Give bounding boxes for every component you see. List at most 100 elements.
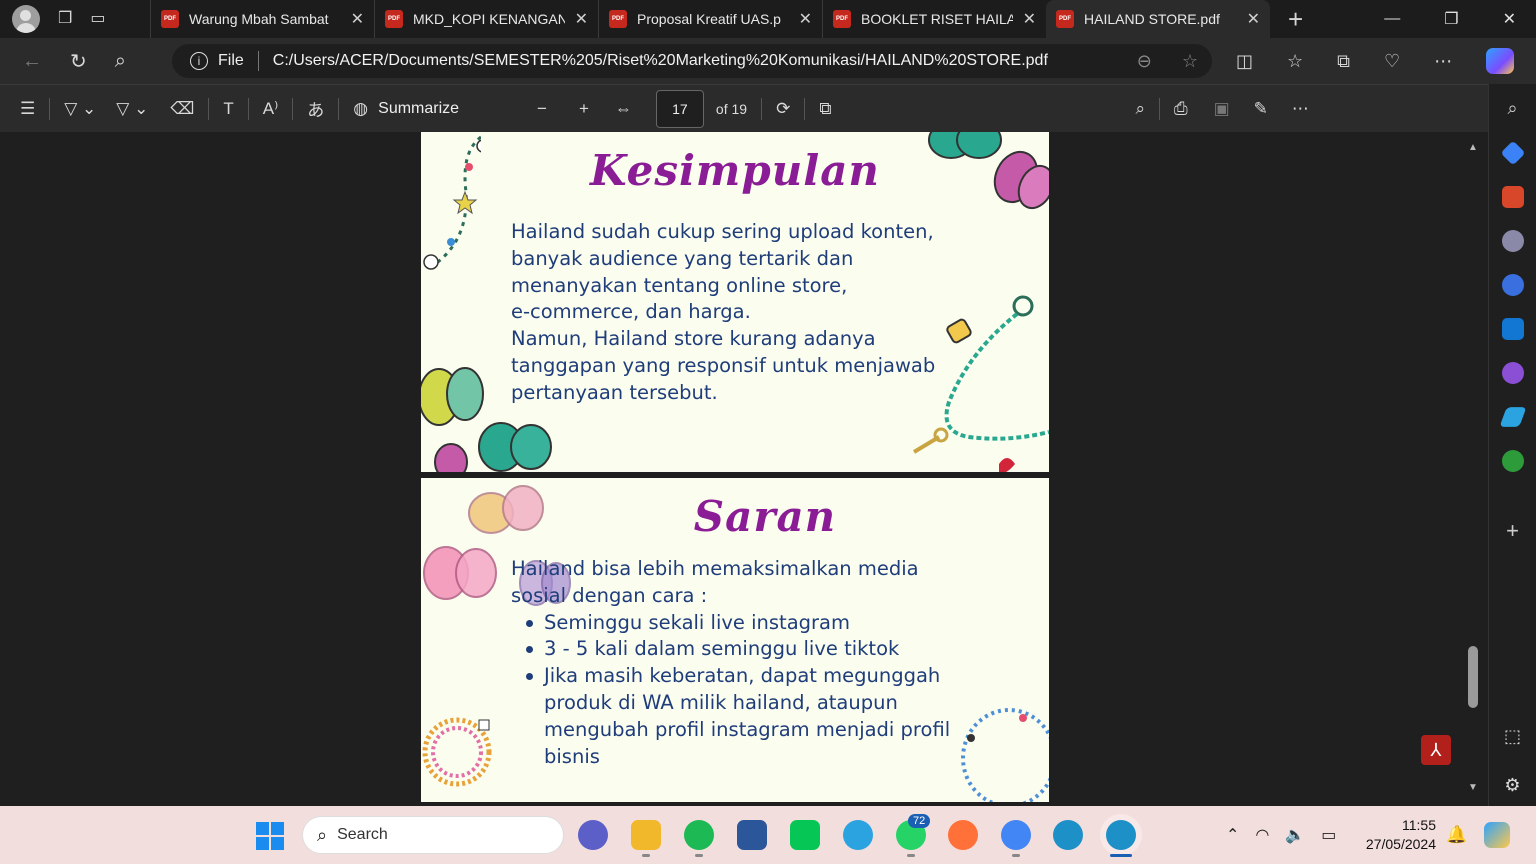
zoom-icon[interactable]: ⊖ [1137,51,1152,72]
telegram-sidebar-icon[interactable] [1498,407,1527,427]
more-menu-icon[interactable]: ⋯ [1434,51,1452,72]
chrome-icon[interactable] [1001,820,1031,850]
firefox-icon[interactable] [948,820,978,850]
tab-actions-icon[interactable]: ▭ [90,11,105,27]
screenshot-icon[interactable]: ⬚ [1504,726,1521,747]
fit-width-icon[interactable]: ⇔ [615,99,632,119]
minimize-icon[interactable]: — [1384,10,1400,28]
sidebar-search-icon[interactable]: ⌕ [1502,98,1524,120]
copilot-preview-icon[interactable] [1484,822,1510,848]
show-hidden-icons-chevron-icon[interactable]: ⌃ [1226,825,1239,845]
tab-1[interactable]: PDF MKD_KOPI KENANGAN ✕ [374,0,598,38]
back-arrow-icon[interactable]: ← [22,50,42,73]
tab-2[interactable]: PDF Proposal Kreatif UAS.p ✕ [598,0,822,38]
taskbar-clock[interactable]: 11:55 27/05/2024 [1360,816,1436,854]
tree-icon[interactable] [1501,450,1524,472]
save-icon[interactable]: ▣ [1214,99,1230,119]
tools-briefcase-icon[interactable] [1501,186,1524,208]
page-number-input[interactable]: 17 [655,89,704,128]
workspaces-icon[interactable]: ❒ [58,11,72,27]
print-icon[interactable]: ⎙ [1174,99,1188,119]
games-icon[interactable] [1501,230,1524,252]
tab-4-active[interactable]: PDF HAILAND STORE.pdf ✕ [1046,0,1270,38]
restore-icon[interactable]: ❐ [1444,9,1458,29]
translate-icon[interactable]: あ [307,96,324,121]
more-options-icon[interactable]: ⋯ [1292,99,1309,119]
url-text[interactable]: C:/Users/ACER/Documents/SEMESTER%205/Ris… [273,52,1048,70]
edge-active-icon[interactable] [1106,820,1136,850]
spotify-icon[interactable] [684,820,714,850]
close-icon[interactable]: ✕ [575,9,588,29]
address-input[interactable]: i File C:/Users/ACER/Documents/SEMESTER%… [172,44,1212,78]
pdf-icon: PDF [833,10,851,28]
search-icon[interactable]: ⌕ [115,50,126,73]
eraser-icon[interactable]: ⌫ [170,99,194,119]
body-line: pertanyaan tersebut. [511,380,718,404]
saran-body: Hailand bisa lebih memaksimalkan media s… [511,556,950,770]
draw-icon[interactable]: ▽ ⌄ [116,99,148,119]
divider [804,97,806,120]
outlook-icon[interactable] [1501,318,1524,340]
info-icon[interactable]: i [190,52,208,70]
browser-essentials-icon[interactable]: ♡ [1384,51,1400,72]
read-aloud-icon[interactable]: A⁾ [263,99,279,119]
copilot-sidebar-icon[interactable] [1501,274,1524,296]
copilot-icon[interactable] [1486,48,1515,74]
body-line: Hailand sudah cukup sering upload konten… [511,220,934,243]
teams-meet-icon[interactable] [578,820,608,850]
running-indicator [642,854,650,857]
tab-0[interactable]: PDF Warung Mbah Sambat ✕ [150,0,374,38]
wifi-icon[interactable]: ◠ [1255,825,1269,845]
sidebar-settings-gear-icon[interactable]: ⚙ [1504,775,1520,796]
list-item: 3 - 5 kali dalam seminggu live tiktok [523,636,950,663]
edge-icon[interactable] [1053,820,1083,850]
highlight-icon[interactable]: ▽ ⌄ [64,99,96,119]
shopping-tag-icon[interactable] [1500,140,1525,166]
designer-icon[interactable] [1501,362,1524,384]
scroll-down-arrow-icon[interactable]: ▼ [1468,782,1478,793]
favorite-star-icon[interactable]: ☆ [1182,51,1198,72]
contents-list-icon[interactable]: ☰ [20,99,35,119]
page-view-icon[interactable]: ⧉ [819,99,831,119]
taskbar-search-input[interactable]: ⌕ Search [302,816,564,854]
divider [292,97,294,120]
scrollbar-thumb[interactable] [1468,646,1478,708]
close-icon[interactable]: ✕ [799,9,812,29]
find-icon[interactable]: ⌕ [1135,99,1145,119]
divider [208,97,210,120]
close-window-icon[interactable]: ✕ [1503,9,1516,29]
telegram-icon[interactable] [843,820,873,850]
close-icon[interactable]: ✕ [1023,9,1036,29]
close-icon[interactable]: ✕ [1247,9,1260,29]
scroll-up-arrow-icon[interactable]: ▲ [1468,142,1478,153]
new-tab-button[interactable]: + [1288,4,1303,35]
split-screen-icon[interactable]: ◫ [1236,51,1253,72]
collections-icon[interactable]: ⧉ [1337,51,1350,72]
acrobat-icon[interactable]: ⅄ [1421,735,1451,765]
rotate-icon[interactable]: ⟳ [776,99,790,119]
divider [257,51,259,71]
pdf-icon: PDF [609,10,627,28]
tab-3[interactable]: PDF BOOKLET RISET HAILA ✕ [822,0,1046,38]
pdf-icon: PDF [1056,10,1074,28]
word-icon[interactable] [737,820,767,850]
battery-icon[interactable]: ▭ [1321,825,1336,845]
file-explorer-icon[interactable] [631,820,661,850]
profile-avatar[interactable] [12,5,40,33]
add-sidebar-app-icon[interactable]: + [1502,520,1524,542]
line-icon[interactable] [790,820,820,850]
volume-icon[interactable]: 🔈 [1285,825,1305,845]
zoom-out-icon[interactable]: − [537,99,547,119]
favorites-icon[interactable]: ☆ [1287,51,1303,72]
zoom-in-icon[interactable]: + [579,99,589,119]
pdf-viewer[interactable]: Kesimpulan Hailand sudah cukup sering up… [0,132,1464,806]
close-icon[interactable]: ✕ [351,9,364,29]
windows-start-icon[interactable] [256,822,284,850]
save-as-icon[interactable]: ✎ [1254,99,1268,119]
sidebar-bottom: ⬚ ⚙ [1504,726,1521,796]
notification-bell-icon[interactable]: 🔔 [1446,825,1467,845]
text-box-icon[interactable]: T [223,99,233,119]
refresh-icon[interactable]: ↻ [70,49,87,74]
divider [338,97,340,120]
summarize-button[interactable]: ◍ Summarize [353,99,459,119]
